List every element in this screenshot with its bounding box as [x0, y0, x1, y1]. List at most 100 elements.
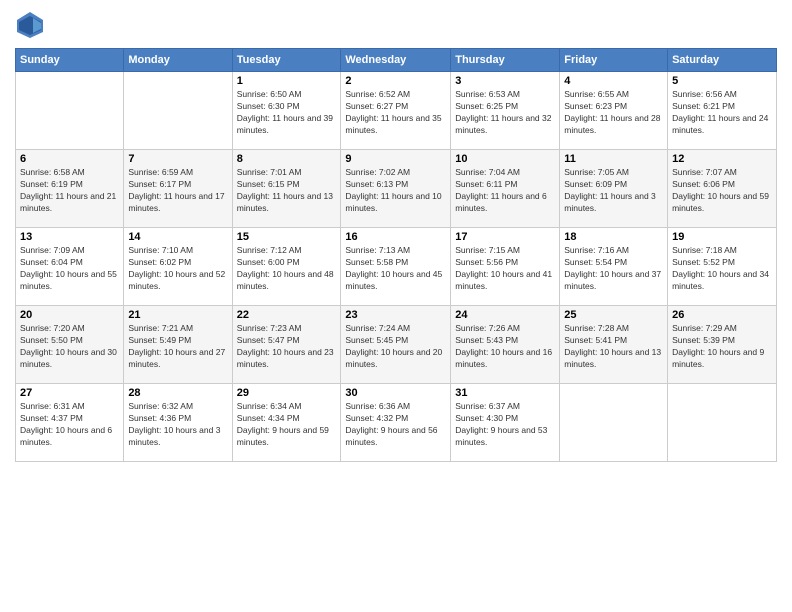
day-number: 1 [237, 75, 337, 87]
calendar-cell: 10 Sunrise: 7:04 AM Sunset: 6:11 PM Dayli… [451, 150, 560, 228]
day-number: 7 [128, 153, 227, 165]
calendar-cell: 29 Sunrise: 6:34 AM Sunset: 4:34 PM Dayli… [232, 384, 341, 462]
calendar-cell: 18 Sunrise: 7:16 AM Sunset: 5:54 PM Dayli… [560, 228, 668, 306]
day-info: Sunrise: 7:02 AM Sunset: 6:13 PM Dayligh… [345, 167, 446, 215]
day-info: Sunrise: 7:28 AM Sunset: 5:41 PM Dayligh… [564, 323, 663, 371]
calendar-week-row: 6 Sunrise: 6:58 AM Sunset: 6:19 PM Daylig… [16, 150, 777, 228]
day-info: Sunrise: 7:23 AM Sunset: 5:47 PM Dayligh… [237, 323, 337, 371]
day-info: Sunrise: 6:59 AM Sunset: 6:17 PM Dayligh… [128, 167, 227, 215]
day-number: 22 [237, 309, 337, 321]
day-number: 8 [237, 153, 337, 165]
calendar-cell: 17 Sunrise: 7:15 AM Sunset: 5:56 PM Dayli… [451, 228, 560, 306]
day-info: Sunrise: 7:10 AM Sunset: 6:02 PM Dayligh… [128, 245, 227, 293]
day-number: 5 [672, 75, 772, 87]
calendar-cell: 6 Sunrise: 6:58 AM Sunset: 6:19 PM Daylig… [16, 150, 124, 228]
calendar-cell: 24Sunrise: 7:26 AM Sunset: 5:43 PM Dayli… [451, 306, 560, 384]
calendar-table: SundayMondayTuesdayWednesdayThursdayFrid… [15, 48, 777, 462]
day-info: Sunrise: 6:31 AM Sunset: 4:37 PM Dayligh… [20, 401, 119, 449]
calendar-cell: 9 Sunrise: 7:02 AM Sunset: 6:13 PM Daylig… [341, 150, 451, 228]
day-number: 24 [455, 309, 555, 321]
day-info: Sunrise: 7:24 AM Sunset: 5:45 PM Dayligh… [345, 323, 446, 371]
day-number: 25 [564, 309, 663, 321]
day-number: 26 [672, 309, 772, 321]
calendar-cell: 12 Sunrise: 7:07 AM Sunset: 6:06 PM Dayli… [668, 150, 777, 228]
weekday-header: Sunday [16, 49, 124, 72]
day-number: 2 [345, 75, 446, 87]
day-number: 16 [345, 231, 446, 243]
calendar-cell: 31Sunrise: 6:37 AM Sunset: 4:30 PM Dayli… [451, 384, 560, 462]
day-number: 11 [564, 153, 663, 165]
day-number: 27 [20, 387, 119, 399]
day-number: 20 [20, 309, 119, 321]
weekday-header: Tuesday [232, 49, 341, 72]
day-info: Sunrise: 7:15 AM Sunset: 5:56 PM Dayligh… [455, 245, 555, 293]
day-number: 15 [237, 231, 337, 243]
day-info: Sunrise: 6:53 AM Sunset: 6:25 PM Dayligh… [455, 89, 555, 137]
calendar-cell: 7 Sunrise: 6:59 AM Sunset: 6:17 PM Daylig… [124, 150, 232, 228]
day-number: 21 [128, 309, 227, 321]
day-info: Sunrise: 6:36 AM Sunset: 4:32 PM Dayligh… [345, 401, 446, 449]
logo-icon [15, 10, 45, 40]
day-number: 3 [455, 75, 555, 87]
calendar-cell [668, 384, 777, 462]
day-number: 23 [345, 309, 446, 321]
calendar-cell: 25 Sunrise: 7:28 AM Sunset: 5:41 PM Dayli… [560, 306, 668, 384]
day-info: Sunrise: 7:01 AM Sunset: 6:15 PM Dayligh… [237, 167, 337, 215]
calendar-cell: 23 Sunrise: 7:24 AM Sunset: 5:45 PM Dayli… [341, 306, 451, 384]
calendar-cell: 5 Sunrise: 6:56 AM Sunset: 6:21 PM Daylig… [668, 72, 777, 150]
calendar-cell: 11 Sunrise: 7:05 AM Sunset: 6:09 PM Dayli… [560, 150, 668, 228]
calendar-cell [16, 72, 124, 150]
weekday-header: Monday [124, 49, 232, 72]
day-info: Sunrise: 7:07 AM Sunset: 6:06 PM Dayligh… [672, 167, 772, 215]
calendar-cell: 28 Sunrise: 6:32 AM Sunset: 4:36 PM Dayli… [124, 384, 232, 462]
weekday-header: Wednesday [341, 49, 451, 72]
calendar-cell: 1 Sunrise: 6:50 AM Sunset: 6:30 PM Daylig… [232, 72, 341, 150]
day-info: Sunrise: 6:37 AM Sunset: 4:30 PM Dayligh… [455, 401, 555, 449]
day-number: 18 [564, 231, 663, 243]
calendar-cell: 2Sunrise: 6:52 AM Sunset: 6:27 PM Daylig… [341, 72, 451, 150]
day-number: 4 [564, 75, 663, 87]
calendar-cell: 15Sunrise: 7:12 AM Sunset: 6:00 PM Dayli… [232, 228, 341, 306]
day-info: Sunrise: 7:16 AM Sunset: 5:54 PM Dayligh… [564, 245, 663, 293]
calendar-cell: 14 Sunrise: 7:10 AM Sunset: 6:02 PM Dayli… [124, 228, 232, 306]
day-number: 30 [345, 387, 446, 399]
calendar-cell: 13 Sunrise: 7:09 AM Sunset: 6:04 PM Dayli… [16, 228, 124, 306]
calendar-cell: 22 Sunrise: 7:23 AM Sunset: 5:47 PM Dayli… [232, 306, 341, 384]
day-number: 29 [237, 387, 337, 399]
day-number: 13 [20, 231, 119, 243]
day-info: Sunrise: 6:32 AM Sunset: 4:36 PM Dayligh… [128, 401, 227, 449]
calendar-cell: 30 Sunrise: 6:36 AM Sunset: 4:32 PM Dayli… [341, 384, 451, 462]
weekday-header: Friday [560, 49, 668, 72]
day-info: Sunrise: 7:18 AM Sunset: 5:52 PM Dayligh… [672, 245, 772, 293]
day-info: Sunrise: 6:34 AM Sunset: 4:34 PM Dayligh… [237, 401, 337, 449]
calendar-cell: 19 Sunrise: 7:18 AM Sunset: 5:52 PM Dayli… [668, 228, 777, 306]
day-info: Sunrise: 6:50 AM Sunset: 6:30 PM Dayligh… [237, 89, 337, 137]
calendar-cell: 8 Sunrise: 7:01 AM Sunset: 6:15 PM Daylig… [232, 150, 341, 228]
day-info: Sunrise: 7:20 AM Sunset: 5:50 PM Dayligh… [20, 323, 119, 371]
day-number: 19 [672, 231, 772, 243]
day-number: 10 [455, 153, 555, 165]
day-number: 28 [128, 387, 227, 399]
day-number: 14 [128, 231, 227, 243]
calendar-cell: 20 Sunrise: 7:20 AM Sunset: 5:50 PM Dayli… [16, 306, 124, 384]
day-info: Sunrise: 6:58 AM Sunset: 6:19 PM Dayligh… [20, 167, 119, 215]
day-info: Sunrise: 6:56 AM Sunset: 6:21 PM Dayligh… [672, 89, 772, 137]
day-info: Sunrise: 7:04 AM Sunset: 6:11 PM Dayligh… [455, 167, 555, 215]
day-number: 12 [672, 153, 772, 165]
day-info: Sunrise: 7:05 AM Sunset: 6:09 PM Dayligh… [564, 167, 663, 215]
calendar-week-row: 1 Sunrise: 6:50 AM Sunset: 6:30 PM Daylig… [16, 72, 777, 150]
page: SundayMondayTuesdayWednesdayThursdayFrid… [0, 0, 792, 612]
weekday-header-row: SundayMondayTuesdayWednesdayThursdayFrid… [16, 49, 777, 72]
header [15, 10, 777, 40]
day-info: Sunrise: 7:13 AM Sunset: 5:58 PM Dayligh… [345, 245, 446, 293]
day-info: Sunrise: 7:21 AM Sunset: 5:49 PM Dayligh… [128, 323, 227, 371]
day-number: 9 [345, 153, 446, 165]
day-number: 17 [455, 231, 555, 243]
calendar-cell: 27 Sunrise: 6:31 AM Sunset: 4:37 PM Dayli… [16, 384, 124, 462]
weekday-header: Saturday [668, 49, 777, 72]
calendar-cell [124, 72, 232, 150]
calendar-week-row: 13 Sunrise: 7:09 AM Sunset: 6:04 PM Dayli… [16, 228, 777, 306]
day-info: Sunrise: 7:09 AM Sunset: 6:04 PM Dayligh… [20, 245, 119, 293]
calendar-cell: 21 Sunrise: 7:21 AM Sunset: 5:49 PM Dayli… [124, 306, 232, 384]
day-number: 6 [20, 153, 119, 165]
